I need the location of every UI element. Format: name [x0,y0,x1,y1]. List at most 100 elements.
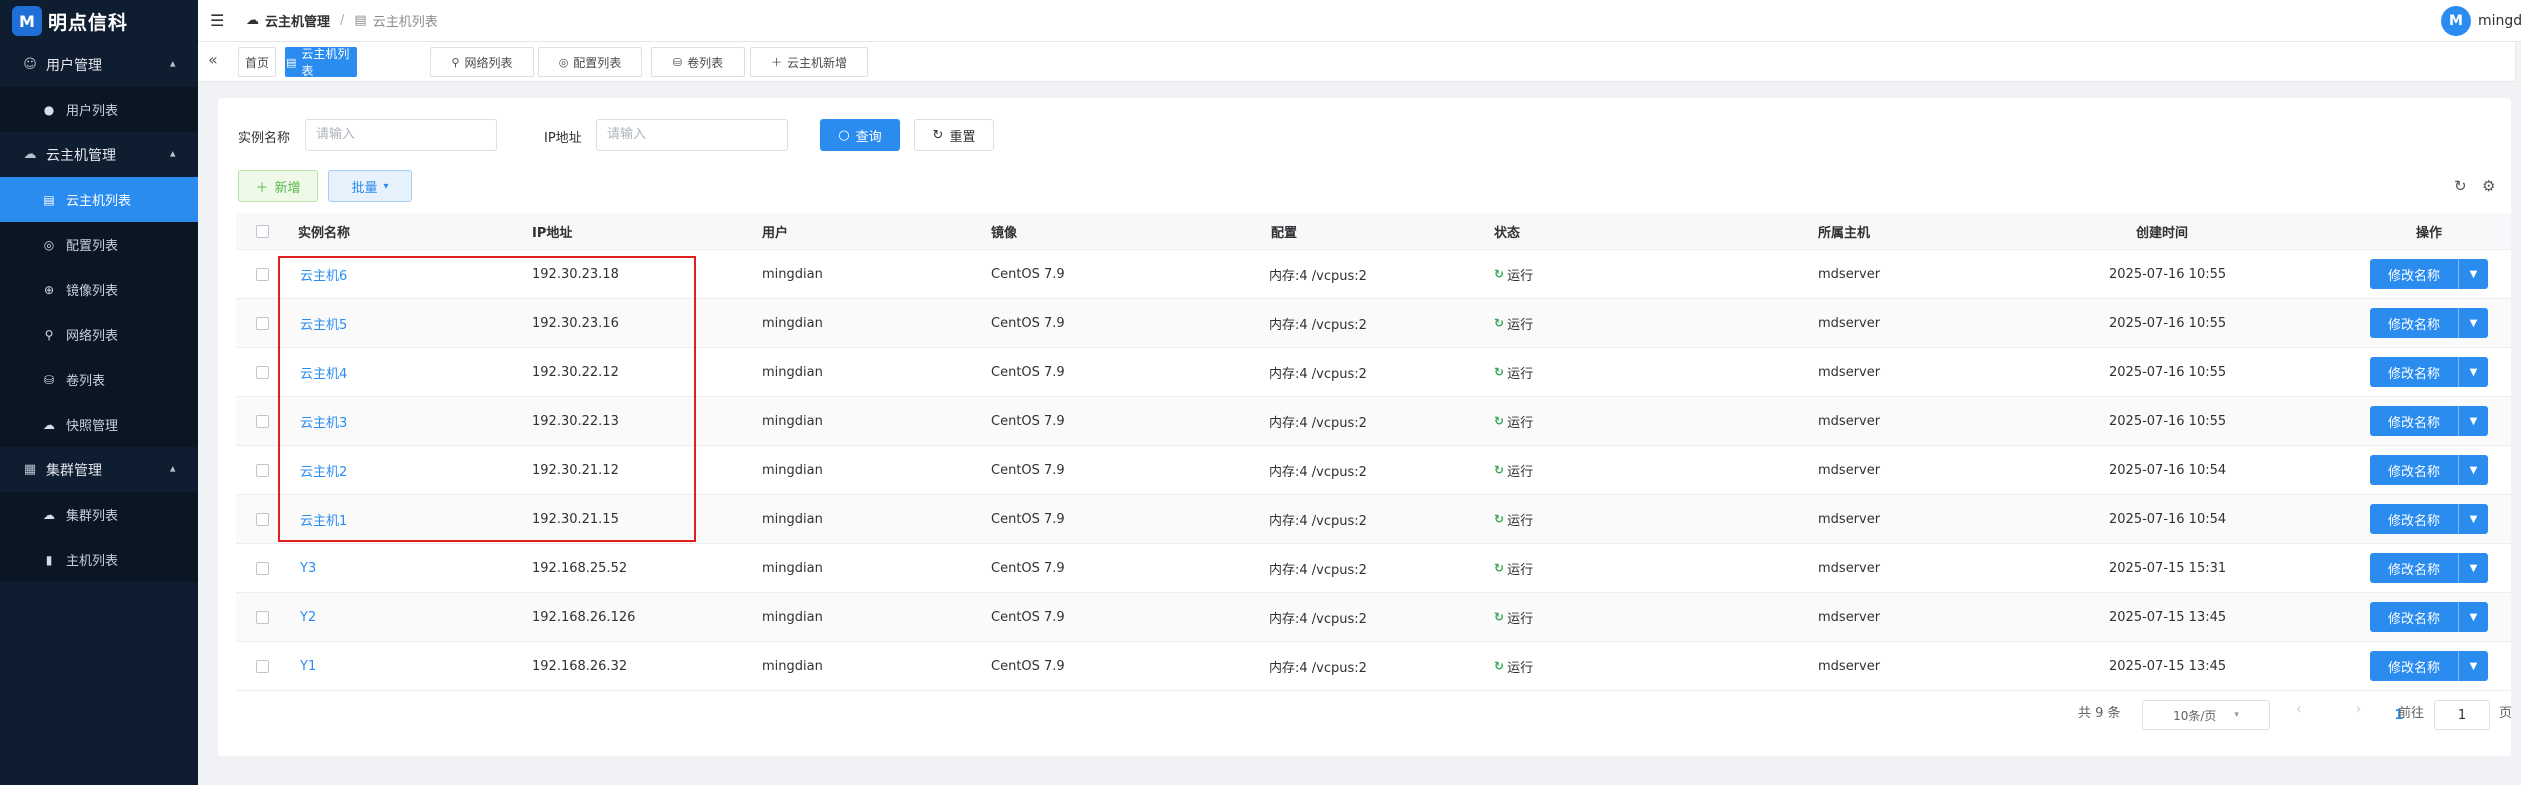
image-cell: CentOS 7.9 [991,511,1065,527]
tab-config-list[interactable]: ◎ 配置列表 [538,47,642,77]
created-cell: 2025-07-15 13:45 [2109,609,2227,625]
row-checkbox[interactable] [256,561,269,575]
refresh-icon[interactable]: ↻ [2454,177,2467,195]
row-checkbox[interactable] [256,610,269,624]
chevron-down-icon[interactable]: ▼ [2458,259,2488,289]
goto-page-input[interactable]: 1 [2434,700,2490,730]
sidebar-item-config-list[interactable]: ◎ 配置列表 [0,222,198,267]
rename-button[interactable]: 修改名称 [2370,504,2458,534]
row-checkbox[interactable] [256,512,269,526]
rename-button[interactable]: 修改名称 [2370,455,2458,485]
reset-button[interactable]: ↻ 重置 [914,119,994,151]
sidebar-item-user-list[interactable]: ● 用户列表 [0,87,198,132]
sidebar-item-host-list[interactable]: ▮ 主机列表 [0,537,198,582]
gear-icon[interactable]: ⚙ [2482,177,2495,195]
menu-group-cluster[interactable]: ▦ 集群管理 ▾ [0,447,198,492]
instance-name-link[interactable]: Y2 [300,610,316,625]
sidebar-item-network-list[interactable]: ⚲ 网络列表 [0,312,198,357]
status-cell: ↻ 运行 [1494,657,1533,676]
chevron-down-icon[interactable]: ▼ [2458,357,2488,387]
prev-page-icon[interactable]: ‹ [2296,702,2301,717]
page-size-select[interactable]: 10条/页 ▾ [2142,700,2270,730]
instance-name-input[interactable]: 请输入 [305,119,497,151]
sidebar-item-label: 主机列表 [66,554,119,569]
image-cell: CentOS 7.9 [991,413,1065,429]
instance-name-link[interactable]: 云主机3 [300,412,347,431]
chevron-down-icon[interactable]: ▼ [2458,455,2488,485]
config-cell: 内存:4 /vcpus:2 [1269,562,1367,578]
sync-icon: ↻ [1494,463,1505,477]
rename-button[interactable]: 修改名称 [2370,406,2458,436]
instance-name-link[interactable]: Y3 [300,561,316,576]
instance-name-link[interactable]: 云主机4 [300,363,347,382]
tab-volume-list[interactable]: ⛁ 卷列表 [651,47,745,77]
chevron-down-icon[interactable]: ▼ [2458,602,2488,632]
sidebar-item-volume-list[interactable]: ⛁ 卷列表 [0,357,198,402]
select-all-checkbox[interactable] [256,224,269,238]
instance-name-link[interactable]: Y1 [300,659,316,674]
chevron-down-icon[interactable]: ▼ [2458,553,2488,583]
instance-name-link[interactable]: 云主机2 [300,461,347,480]
username[interactable]: mingdian [2478,13,2521,29]
breadcrumb-item[interactable]: 云主机管理 [265,11,330,30]
row-checkbox[interactable] [256,463,269,477]
add-button[interactable]: ＋ 新增 [238,170,318,202]
logo: M 明点信科 [0,0,198,42]
chevron-down-icon[interactable]: ▼ [2458,308,2488,338]
tab-vm-add[interactable]: ＋ 云主机新增 [750,47,868,77]
double-chevron-left-icon[interactable]: « [208,50,218,69]
ip-input[interactable]: 请输入 [596,119,788,151]
row-checkbox[interactable] [256,659,269,673]
sidebar-item-cluster-list[interactable]: ☁ 集群列表 [0,492,198,537]
chevron-down-icon[interactable]: ▼ [2458,406,2488,436]
image-cell: CentOS 7.9 [991,462,1065,478]
status-text: 运行 [1507,513,1534,529]
row-checkbox[interactable] [256,316,269,330]
avatar[interactable]: M [2441,6,2471,36]
chevron-down-icon[interactable]: ▼ [2458,651,2488,681]
sidebar-item-label: 集群列表 [66,509,119,524]
instance-name-link[interactable]: 云主机1 [300,510,347,529]
row-checkbox[interactable] [256,414,269,428]
batch-dropdown[interactable]: 批量 ▾ [328,170,412,202]
config-cell: 内存:4 /vcpus:2 [1269,415,1367,431]
search-button[interactable]: ○ 查询 [820,119,900,151]
table-row: 云主机2 192.30.21.12 mingdian CentOS 7.9 内存… [236,446,2511,495]
menu-group-vm[interactable]: ☁ 云主机管理 ▾ [0,132,198,177]
sidebar-item-vm-list[interactable]: ▤ 云主机列表 [0,177,198,222]
row-checkbox[interactable] [256,267,269,281]
created-cell: 2025-07-15 13:45 [2109,658,2227,674]
plus-icon: ＋ [255,180,269,196]
status-text: 运行 [1507,317,1534,333]
tab-vm-list[interactable]: ▤ 云主机列表 [285,47,357,78]
config-cell: 内存:4 /vcpus:2 [1269,268,1367,284]
row-checkbox[interactable] [256,365,269,379]
sidebar-item-image-list[interactable]: ⊕ 镜像列表 [0,267,198,312]
sidebar-item-snapshot[interactable]: ☁ 快照管理 [0,402,198,447]
created-cell: 2025-07-16 10:54 [2109,511,2227,527]
batch-label: 批量 [351,180,378,196]
status-cell: ↻ 运行 [1494,608,1533,627]
menu-group-user[interactable]: ☺ 用户管理 ▾ [0,42,198,87]
tab-network-list[interactable]: ⚲ 网络列表 [430,47,534,77]
instance-name-link[interactable]: 云主机5 [300,314,347,333]
next-page-icon[interactable]: › [2356,702,2361,717]
rename-button[interactable]: 修改名称 [2370,651,2458,681]
rename-button[interactable]: 修改名称 [2370,357,2458,387]
tabs-scroll[interactable] [2515,42,2521,82]
name-label: 实例名称 [238,131,291,146]
rename-button[interactable]: 修改名称 [2370,259,2458,289]
tab-home[interactable]: 首页 [238,47,276,77]
user-menu[interactable]: M mingdian [2441,6,2521,36]
host-cell: mdserver [1818,658,1881,674]
instance-name-link[interactable]: 云主机6 [300,265,347,284]
chevron-down-icon[interactable]: ▼ [2458,504,2488,534]
action-split-button: 修改名称 ▼ [2370,504,2488,534]
action-split-button: 修改名称 ▼ [2370,308,2488,338]
rename-button[interactable]: 修改名称 [2370,308,2458,338]
status-text: 运行 [1507,611,1534,627]
breadcrumb-separator: / [340,13,345,28]
rename-button[interactable]: 修改名称 [2370,553,2458,583]
menu-fold-icon[interactable]: ☰ [210,11,226,30]
rename-button[interactable]: 修改名称 [2370,602,2458,632]
